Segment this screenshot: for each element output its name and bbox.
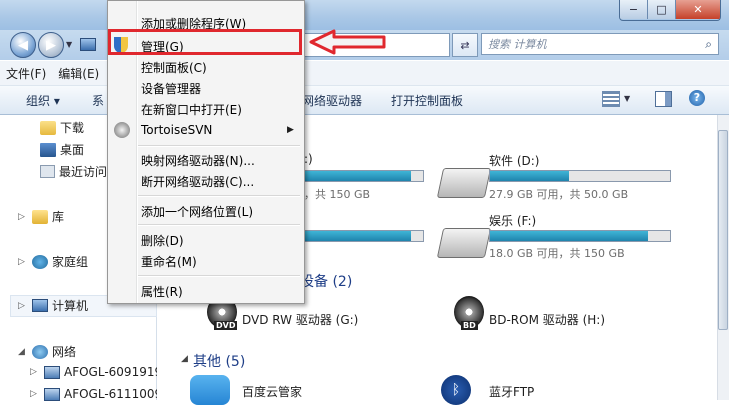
tortoisesvn-icon [114,122,130,138]
annotation-arrow-icon [309,29,386,55]
drive-d-free: 27.9 GB 可用，共 50.0 GB [489,188,629,201]
removable-section-heading[interactable]: 设备 (2) [300,271,352,291]
collapse-icon[interactable]: ◢ [18,347,28,357]
bd-drive-label[interactable]: BD-ROM 驱动器 (H:) [489,311,605,328]
nav-network[interactable]: ◢ 网络 [18,343,76,360]
drive-f-label[interactable]: 娱乐 (F:) [489,212,536,229]
menu-separator [138,195,300,197]
drive-d-label[interactable]: 软件 (D:) [489,152,539,169]
window-controls: − □ ✕ [619,0,721,21]
collapse-icon[interactable]: ◢ [181,354,188,364]
drive-c-free: ，共 150 GB [304,188,371,201]
bluetooth-icon[interactable]: ᛒ [441,375,471,405]
context-menu: 添加或删除程序(W) 管理(G) 控制面板(C) 设备管理器 在新窗口中打开(E… [107,0,305,304]
menu-item-open-new-window[interactable]: 在新窗口中打开(E) [141,101,242,118]
drive-e-usage-bar [304,230,424,242]
menu-separator [138,275,300,277]
drive-f-fill [490,231,649,241]
homegroup-icon [32,254,48,269]
scrollbar-thumb[interactable] [718,130,728,330]
drive-c-label[interactable]: :) [304,152,313,166]
menu-item-delete[interactable]: 删除(D) [141,232,184,249]
nav-homegroup[interactable]: ▷ 家庭组 [18,253,88,270]
view-chevron-icon[interactable]: ▼ [624,94,630,103]
map-network-drive-button[interactable]: 网络驱动器 [302,92,362,109]
expand-icon[interactable]: ▷ [30,367,40,377]
search-icon: ⌕ [705,36,712,51]
drive-e-fill [305,231,412,241]
forward-button[interactable]: ▶ [38,32,64,58]
nav-desktop[interactable]: 桌面 [40,141,84,158]
open-control-panel-button[interactable]: 打开控制面板 [391,92,463,109]
menu-separator [138,145,300,147]
hard-drive-icon[interactable] [436,168,492,198]
drive-d-usage-bar [489,170,671,182]
nav-computer[interactable]: ▷ 计算机 [18,297,88,314]
preview-pane-icon[interactable] [655,91,672,107]
minimize-button[interactable]: − [620,0,648,19]
nav-host[interactable]: ▷ AFOGL-61110095 [30,387,170,401]
menu-item-rename[interactable]: 重命名(M) [141,253,197,270]
nav-libraries[interactable]: ▷ 库 [18,208,64,225]
computer-icon [80,38,96,51]
menu-item-disconnect-network-drive[interactable]: 断开网络驱动器(C)... [141,173,254,190]
history-chevron-icon[interactable]: ▼ [66,40,72,49]
search-placeholder: 搜索 计算机 [488,38,547,51]
drive-d-fill [490,171,570,181]
expand-icon[interactable]: ▷ [18,301,28,311]
menu-separator [138,224,300,226]
manage-highlight-box [108,29,302,55]
menu-item-map-network-drive[interactable]: 映射网络驱动器(N)... [141,152,255,169]
refresh-button[interactable]: ⇄ [452,33,478,57]
menu-edit[interactable]: 编辑(E) [52,65,105,82]
library-icon [32,209,48,224]
menu-item-control-panel[interactable]: 控制面板(C) [141,59,207,76]
recent-places-icon [40,165,55,178]
dvd-drive-label[interactable]: DVD RW 驱动器 (G:) [242,311,358,328]
drive-f-free: 18.0 GB 可用，共 150 GB [489,247,625,260]
help-icon[interactable]: ? [689,90,705,106]
nav-host[interactable]: ▷ AFOGL-60919191 [30,365,170,379]
menu-item-add-network-location[interactable]: 添加一个网络位置(L) [141,203,253,220]
network-icon [32,344,48,359]
expand-icon[interactable]: ▷ [18,257,28,267]
baidu-cloud-icon[interactable] [190,375,230,405]
maximize-button[interactable]: □ [648,0,676,19]
network-computer-icon [44,387,60,401]
computer-icon [32,299,48,312]
drive-c-usage-bar [304,170,424,182]
network-computer-icon [44,365,60,379]
nav-recent[interactable]: 最近访问 [40,163,107,180]
view-options-icon[interactable] [602,91,620,107]
close-button[interactable]: ✕ [676,0,720,19]
desktop-icon [40,142,56,157]
drive-f-usage-bar [489,230,671,242]
downloads-folder-icon [40,120,56,135]
baidu-cloud-label[interactable]: 百度云管家 [242,383,302,400]
back-button[interactable]: ◀ [10,32,36,58]
search-box[interactable]: 搜索 计算机 ⌕ [481,33,719,55]
organize-button[interactable]: 组织 ▾ [26,92,60,109]
other-section-heading[interactable]: 其他 (5) [193,351,245,371]
menu-file[interactable]: 文件(F) [0,65,52,82]
submenu-arrow-icon: ▶ [287,125,294,135]
menu-item-tortoisesvn[interactable]: TortoiseSVN [141,123,212,137]
menu-item-device-manager[interactable]: 设备管理器 [141,80,201,97]
drive-c-fill [305,171,412,181]
hard-drive-icon[interactable] [436,228,492,258]
expand-icon[interactable]: ▷ [18,212,28,222]
system-properties-button[interactable]: 系 [92,92,104,109]
bd-drive-icon[interactable]: BD [454,296,484,330]
menu-item-properties[interactable]: 属性(R) [141,283,183,300]
bluetooth-ftp-label[interactable]: 蓝牙FTP [489,383,534,400]
expand-icon[interactable]: ▷ [30,389,40,399]
nav-downloads[interactable]: 下载 [40,119,84,136]
